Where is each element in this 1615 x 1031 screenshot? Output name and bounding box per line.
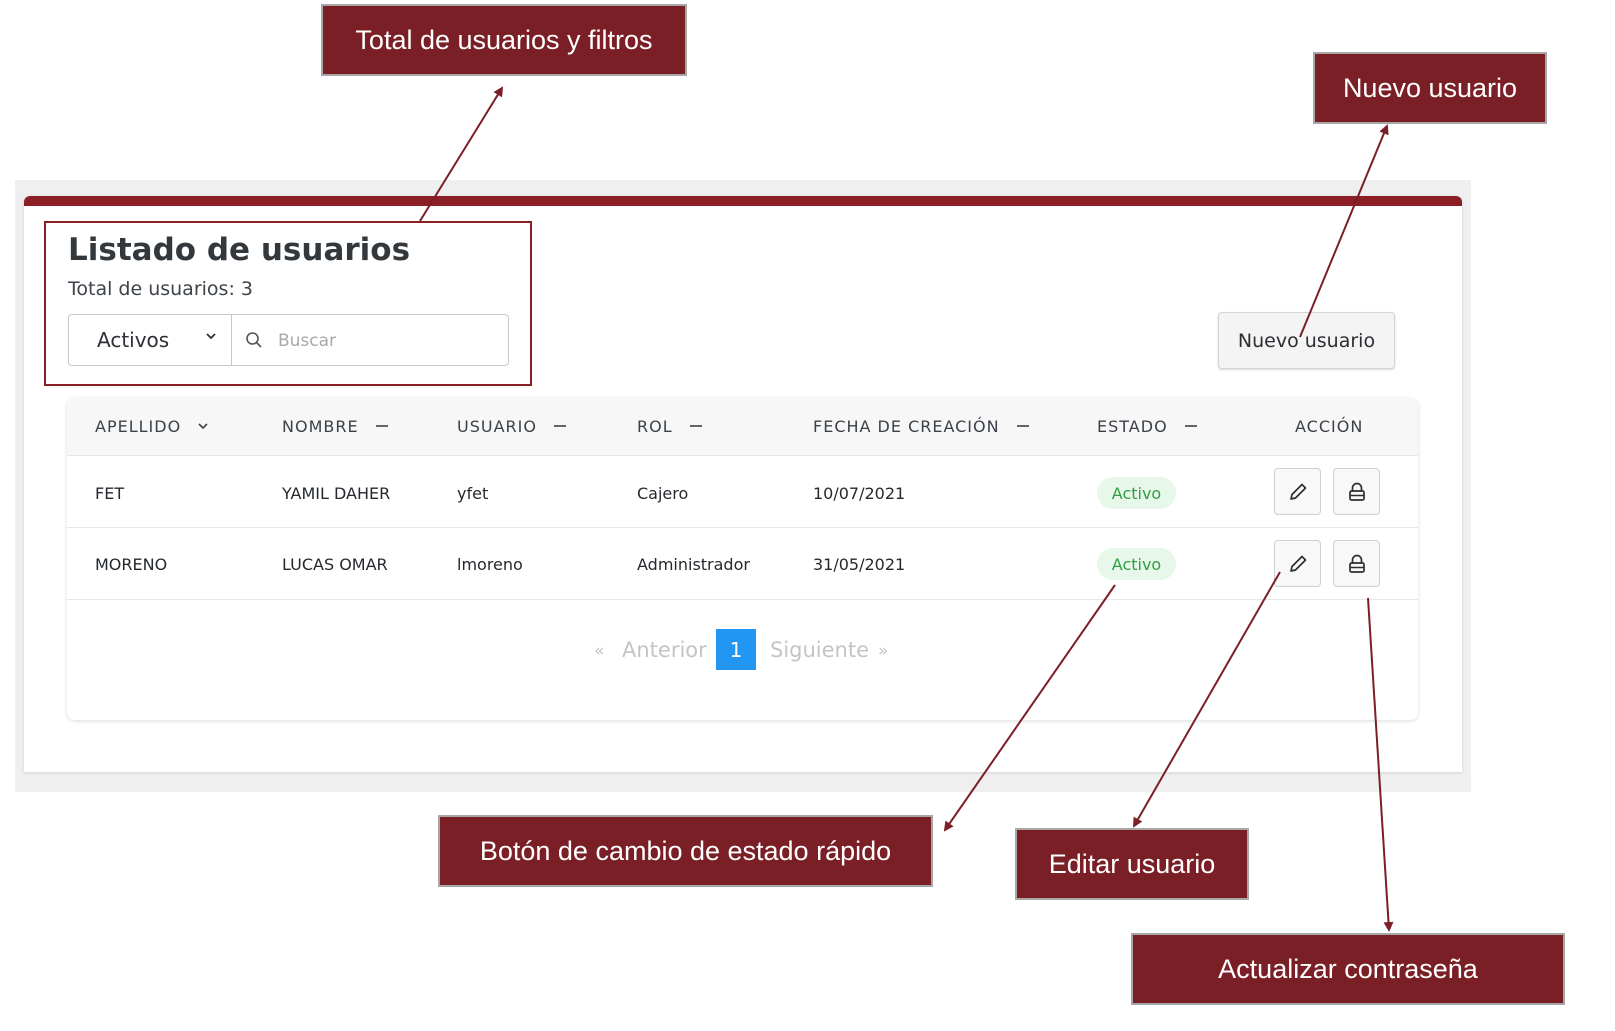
arrow-password bbox=[1367, 597, 1394, 932]
arrow-edit bbox=[1133, 571, 1281, 828]
annotation-arrows bbox=[419, 86, 1394, 932]
arrow-new-user bbox=[1299, 124, 1389, 338]
arrow-filters bbox=[419, 86, 504, 222]
arrow-status bbox=[943, 584, 1116, 832]
